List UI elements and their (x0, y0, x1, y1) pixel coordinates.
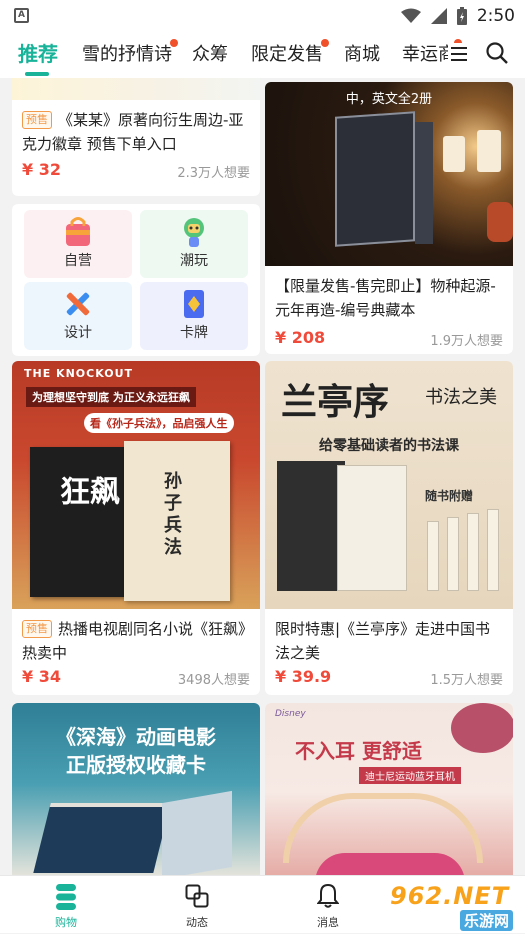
menu-icon[interactable] (448, 43, 470, 65)
image-caption: 《深海》动画电影 (56, 725, 216, 749)
app-notification-icon: A (14, 8, 29, 23)
nav-messages[interactable]: 消息 (288, 876, 368, 934)
image-caption: 书法之美 (425, 387, 497, 408)
pencil-ruler-icon (66, 292, 90, 316)
candle (477, 130, 501, 172)
image-caption: 随书附赠 (425, 489, 474, 503)
product-image: 兰亭序 书法之美 给零基础读者的书法课 随书附赠 (265, 361, 513, 609)
presale-badge: 预售 (22, 620, 52, 638)
bookmark (447, 517, 459, 591)
search-icon[interactable] (485, 41, 509, 65)
image-caption: THE KNOCKOUT (24, 367, 134, 380)
toy-figure-icon (184, 218, 204, 247)
stand (315, 853, 465, 875)
product-title: 热播电视剧同名小说《狂飙》热卖中 (22, 620, 246, 662)
tab-crowdfunding[interactable]: 众筹 (192, 40, 228, 66)
want-count: 1.9万人想要 (430, 334, 503, 349)
new-dot (321, 39, 329, 47)
nav-feed[interactable]: 动态 (157, 876, 237, 934)
watermark-text: 乐游网 (460, 910, 514, 931)
bookmark (427, 521, 439, 591)
top-tab-bar: 推荐 雪的抒情诗 众筹 限定发售 商城 幸运商 (0, 32, 525, 78)
category-self-run[interactable]: 自营 (24, 210, 132, 278)
shopping-icon (56, 884, 76, 910)
feed-icon (185, 884, 209, 908)
presale-badge: 预售 (22, 111, 52, 129)
image-caption: 兰亭序 (281, 381, 390, 423)
product-title: 《某某》原著向衍生周边-亚克力徽章 预售下单入口 (22, 111, 244, 153)
signal-icon (430, 8, 447, 24)
category-grid: 自营 潮玩 设计 卡牌 (12, 204, 260, 356)
card-box (33, 803, 171, 873)
product-card[interactable]: THE KNOCKOUT 为理想坚守到底 为正义永远狂飙 看《孙子兵法》，品启强… (12, 361, 260, 695)
image-caption: 中，英文全2册 (345, 92, 433, 107)
product-image: THE KNOCKOUT 为理想坚守到底 为正义永远狂飙 看《孙子兵法》，品启强… (12, 361, 260, 609)
book-cover: 狂飙 (30, 447, 126, 597)
tab-snow-lyric[interactable]: 雪的抒情诗 (82, 39, 178, 66)
image-caption: 不入耳 更舒适 (295, 739, 422, 763)
want-count: 1.5万人想要 (430, 673, 503, 688)
bookmark (467, 513, 479, 591)
image-caption: 给零基础读者的书法课 (319, 438, 459, 454)
product-image: 《深海》动画电影 正版授权收藏卡 (12, 703, 260, 875)
product-price: ¥ 39.9 (275, 667, 332, 686)
feed[interactable]: 预售 《某某》原著向衍生周边-亚克力徽章 预售下单入口 ¥ 32 2.3万人想要 … (0, 78, 525, 875)
product-title: 限时特惠|《兰亭序》走进中国书法之美 (275, 620, 491, 662)
bell-icon (317, 883, 339, 908)
status-bar: A 2:50 (0, 0, 525, 32)
image-caption: 看《孙子兵法》，品启强人生 (84, 413, 234, 433)
product-image: 中，英文全2册 (265, 82, 513, 266)
product-card[interactable]: 《深海》动画电影 正版授权收藏卡 (12, 703, 260, 875)
candle (443, 136, 465, 172)
product-title: 【限量发售-售完即止】物种起源-元年再造-编号典藏本 (275, 277, 496, 319)
battery-icon (456, 7, 467, 25)
product-card[interactable]: 中，英文全2册 【限量发售-售完即止】物种起源-元年再造-编号典藏本 ¥ 208… (265, 82, 513, 354)
product-price: ¥ 34 (22, 667, 61, 686)
tab-limited-release[interactable]: 限定发售 (251, 39, 329, 66)
want-count: 3498人想要 (177, 673, 250, 688)
product-image: Disney 不入耳 更舒适 迪士尼运动蓝牙耳机 (265, 703, 513, 875)
new-dot (170, 39, 178, 47)
tab-mall[interactable]: 商城 (344, 40, 380, 66)
watermark-logo: 962.NET 乐游网 (390, 882, 520, 932)
card-box (162, 790, 232, 875)
product-card[interactable]: Disney 不入耳 更舒适 迪士尼运动蓝牙耳机 (265, 703, 513, 875)
product-price: ¥ 208 (275, 328, 326, 347)
image-caption: 为理想坚守到底 为正义永远狂飙 (26, 387, 196, 407)
book-title-art: 孙子兵法 (164, 471, 182, 558)
book-spine (415, 122, 433, 244)
product-card[interactable]: 预售 《某某》原著向衍生周边-亚克力徽章 预售下单入口 ¥ 32 2.3万人想要 (12, 78, 260, 196)
brand-logo: Disney (275, 709, 306, 719)
want-count: 2.3万人想要 (177, 166, 250, 181)
card-icon (184, 290, 204, 318)
product-price: ¥ 32 (22, 160, 61, 179)
book-title-art: 狂飙 (60, 475, 120, 510)
book-cover (277, 461, 345, 591)
category-design[interactable]: 设计 (24, 282, 132, 350)
watermark-text: 962.NET (390, 882, 510, 910)
image-caption: 迪士尼运动蓝牙耳机 (359, 767, 461, 784)
bookmark (487, 509, 499, 591)
jar (487, 202, 513, 242)
clock: 2:50 (476, 6, 515, 26)
book-cover (335, 111, 415, 247)
active-tab-indicator (25, 72, 49, 76)
image-caption: 正版授权收藏卡 (66, 753, 206, 777)
nav-shopping[interactable]: 购物 (26, 876, 106, 934)
product-card[interactable]: 兰亭序 书法之美 给零基础读者的书法课 随书附赠 限时特惠|《兰亭序》走进中国书… (265, 361, 513, 695)
book-cover (337, 465, 407, 591)
wifi-icon (400, 8, 421, 23)
book-cover: 孙子兵法 (124, 441, 230, 601)
category-trendy-toys[interactable]: 潮玩 (140, 210, 248, 278)
shopping-bag-icon (66, 217, 90, 246)
category-cards[interactable]: 卡牌 (140, 282, 248, 350)
tab-recommend[interactable]: 推荐 (18, 38, 58, 67)
ball-decoration (451, 703, 513, 753)
product-image (12, 78, 260, 100)
